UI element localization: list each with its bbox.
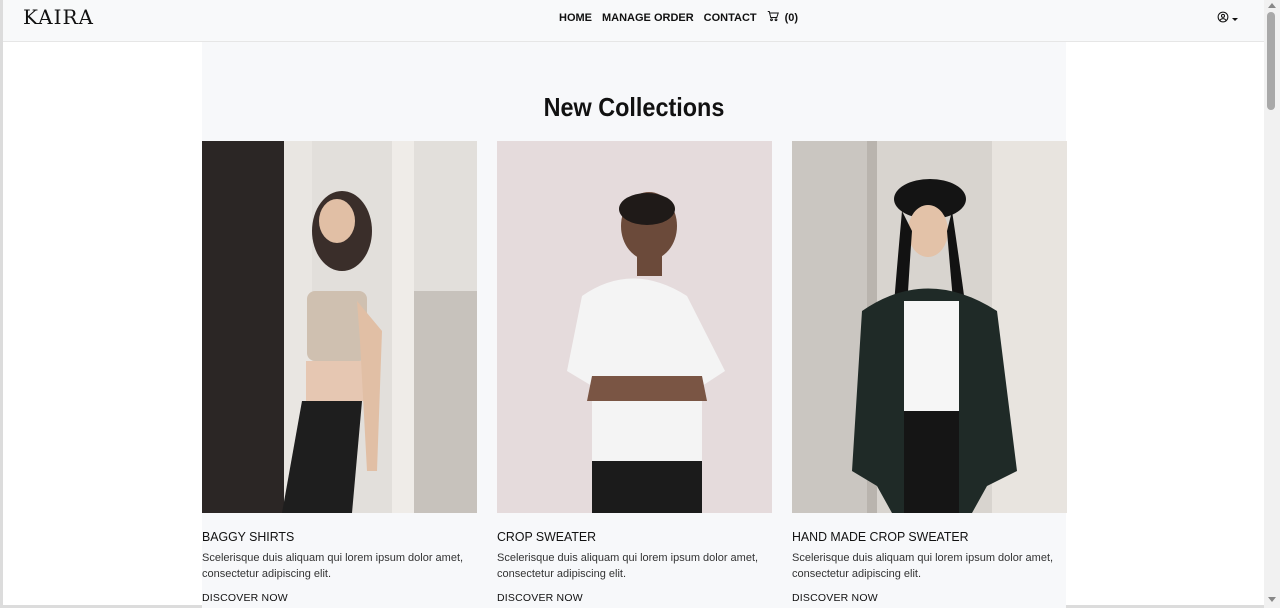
cart-icon (767, 10, 779, 25)
nav-contact[interactable]: CONTACT (704, 12, 757, 24)
scrollbar-thumb[interactable] (1267, 12, 1275, 110)
main-nav: HOME MANAGE ORDER CONTACT (0) (559, 10, 798, 25)
product-card[interactable]: HAND MADE CROP SWEATER Scelerisque duis … (792, 141, 1067, 604)
product-description: Scelerisque duis aliquam qui lorem ipsum… (202, 552, 464, 580)
product-image[interactable] (202, 141, 477, 513)
section-title: New Collections (543, 92, 725, 122)
brand-logo[interactable]: KAIRA (23, 5, 94, 29)
user-menu-toggle[interactable] (1217, 10, 1238, 28)
vertical-scrollbar[interactable] (1264, 0, 1280, 608)
product-card[interactable]: CROP SWEATER Scelerisque duis aliquam qu… (497, 141, 772, 604)
product-name: CROP SWEATER (497, 529, 597, 544)
product-name: BAGGY SHIRTS (202, 529, 295, 544)
discover-now-link[interactable]: DISCOVER NOW (497, 592, 772, 604)
nav-home[interactable]: HOME (559, 12, 592, 24)
product-card[interactable]: BAGGY SHIRTS Scelerisque duis aliquam qu… (202, 141, 477, 604)
cart-link[interactable]: (0) (767, 10, 798, 25)
scroll-down-icon[interactable] (1268, 597, 1276, 602)
product-image[interactable] (497, 141, 772, 513)
cart-count: (0) (784, 11, 799, 24)
discover-now-link[interactable]: DISCOVER NOW (202, 592, 477, 604)
product-image[interactable] (792, 141, 1067, 513)
scroll-up-icon[interactable] (1268, 3, 1276, 8)
nav-manage-order[interactable]: MANAGE ORDER (602, 12, 694, 24)
user-circle-icon (1217, 10, 1229, 28)
new-collections-section: New Collections BAGGY SHIRTS Scelerisque… (202, 42, 1067, 608)
discover-now-link[interactable]: DISCOVER NOW (792, 592, 1067, 604)
top-navbar: KAIRA HOME MANAGE ORDER CONTACT (0) (3, 0, 1264, 42)
product-description: Scelerisque duis aliquam qui lorem ipsum… (792, 552, 1054, 580)
product-name: HAND MADE CROP SWEATER (792, 529, 969, 544)
caret-down-icon (1232, 17, 1238, 21)
product-description: Scelerisque duis aliquam qui lorem ipsum… (497, 552, 759, 580)
